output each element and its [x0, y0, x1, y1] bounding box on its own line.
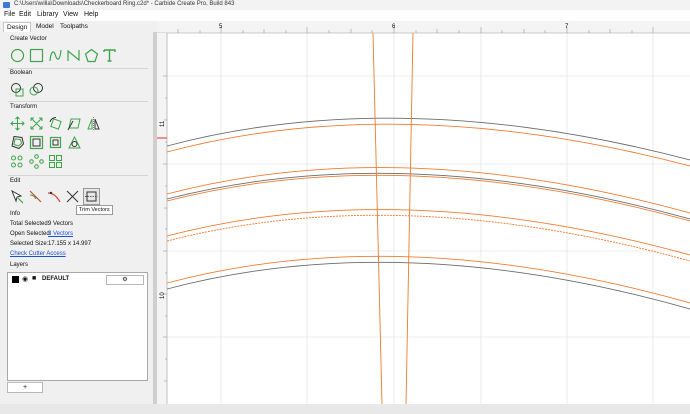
- polygon-icon[interactable]: [84, 48, 99, 63]
- lock-icon[interactable]: ■: [32, 275, 36, 282]
- section-info: Info: [10, 211, 21, 217]
- left-ruler-label: 10: [160, 292, 166, 299]
- menu-bar: File Edit Library View Help: [0, 10, 690, 21]
- align-icon[interactable]: [48, 135, 63, 150]
- curve-icon[interactable]: [48, 48, 63, 63]
- separator: [8, 175, 148, 176]
- polyline-icon[interactable]: [66, 48, 81, 63]
- subtract-icon[interactable]: [29, 82, 44, 97]
- separator: [8, 101, 148, 102]
- total-selected-value: 9 Vectors: [48, 221, 74, 227]
- tab-model[interactable]: Model: [33, 22, 57, 32]
- app-icon: [3, 2, 10, 8]
- trim-vectors-icon[interactable]: [83, 188, 100, 205]
- left-ruler[interactable]: [157, 33, 167, 404]
- check-cutter-access-link[interactable]: Check Cutter Access: [10, 251, 66, 257]
- skew-icon[interactable]: [67, 116, 82, 131]
- fillet-icon[interactable]: [28, 189, 43, 204]
- mirror-icon[interactable]: [86, 116, 101, 131]
- node-edit-icon[interactable]: [10, 189, 25, 204]
- window-title: C:\Users\willa\Downloads\Checkerboard Ri…: [14, 1, 235, 7]
- canvas-background[interactable]: [157, 21, 690, 404]
- rectangle-icon[interactable]: [29, 48, 44, 63]
- section-transform: Transform: [10, 104, 38, 110]
- menu-help[interactable]: Help: [84, 11, 98, 18]
- total-selected-label: Total Selected:: [10, 221, 50, 227]
- add-layer-button[interactable]: +: [7, 382, 43, 393]
- menu-view[interactable]: View: [63, 11, 78, 18]
- section-boolean: Boolean: [10, 70, 33, 76]
- scale-icon[interactable]: [29, 116, 44, 131]
- list-item[interactable]: ◉ ■ DEFAULT ⚙: [10, 275, 144, 285]
- section-create-vector: Create Vector: [10, 36, 47, 42]
- layer-color-swatch[interactable]: [12, 276, 19, 283]
- selected-size-label: Selected Size:: [10, 241, 49, 247]
- status-bar: [0, 404, 690, 414]
- circular-array-icon[interactable]: [29, 154, 44, 169]
- layers-list: ◉ ■ DEFAULT ⚙: [7, 272, 148, 381]
- join-icon[interactable]: [47, 189, 62, 204]
- move-icon[interactable]: [10, 116, 25, 131]
- selected-size-value: 17.155 x 14.997: [48, 241, 92, 247]
- union-icon[interactable]: [10, 82, 25, 97]
- layer-name: DEFAULT: [42, 276, 70, 282]
- menu-file[interactable]: File: [4, 11, 15, 18]
- grid-array-icon[interactable]: [48, 154, 63, 169]
- array-icon[interactable]: [10, 154, 25, 169]
- layer-settings-button[interactable]: ⚙: [106, 275, 144, 285]
- section-layers: Layers: [10, 262, 29, 268]
- design-canvas[interactable]: 5 6 7 11 10: [157, 21, 690, 404]
- offset-icon[interactable]: [10, 135, 25, 150]
- menu-library[interactable]: Library: [37, 11, 58, 18]
- separator: [8, 68, 148, 69]
- open-selected-label: Open Selected:: [10, 231, 52, 237]
- open-selected-link[interactable]: 3 Vectors: [48, 231, 73, 237]
- circle-icon[interactable]: [10, 48, 25, 63]
- left-ruler-label: 11: [160, 120, 166, 127]
- inset-icon[interactable]: [29, 135, 44, 150]
- tab-toolpaths[interactable]: Toolpaths: [57, 22, 91, 32]
- menu-edit[interactable]: Edit: [19, 11, 31, 18]
- section-edit: Edit: [10, 178, 21, 184]
- trim-icon[interactable]: [65, 189, 80, 204]
- title-bar: C:\Users\willa\Downloads\Checkerboard Ri…: [0, 0, 690, 10]
- eye-icon[interactable]: ◉: [22, 275, 28, 283]
- rotate-icon[interactable]: [48, 116, 63, 131]
- trim-vectors-tooltip: Trim Vectors: [76, 205, 113, 215]
- shape-edit-icon[interactable]: [67, 135, 82, 150]
- text-icon[interactable]: [102, 48, 117, 63]
